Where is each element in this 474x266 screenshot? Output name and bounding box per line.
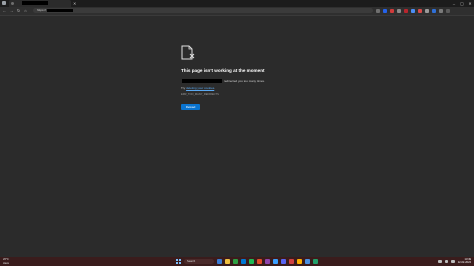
extension-icon[interactable] xyxy=(390,8,394,13)
extensions-area xyxy=(376,8,450,13)
error-description: redirected you too many times. xyxy=(181,79,265,83)
taskbar-apps: Search xyxy=(176,259,318,265)
tab-favicon-icon xyxy=(11,2,14,5)
taskbar-app-icon[interactable] xyxy=(249,259,254,264)
taskbar-app-icon[interactable] xyxy=(273,259,278,264)
extension-icon[interactable] xyxy=(383,8,387,13)
error-suggestion: Try deleting your cookies. xyxy=(181,86,215,90)
taskbar-app-icon[interactable] xyxy=(257,259,262,264)
chevron-up-icon[interactable] xyxy=(438,259,442,264)
close-window-button[interactable]: ✕ xyxy=(466,0,474,7)
error-heading: This page isn't working at the moment xyxy=(181,68,265,73)
address-text: https:// xyxy=(37,8,47,12)
taskbar-app-icon[interactable] xyxy=(289,259,294,264)
redacted-tab-title xyxy=(22,1,48,5)
error-code: ERR_TOO_MANY_REDIRECTS xyxy=(181,93,219,96)
extension-icon[interactable] xyxy=(439,8,443,13)
extension-icon[interactable] xyxy=(425,8,429,13)
reload-button[interactable]: Reload xyxy=(181,104,200,110)
broken-page-icon xyxy=(181,45,195,60)
maximize-button[interactable]: ▢ xyxy=(458,0,466,7)
browser-toolbar: ← → ↻ ⌂ https:// xyxy=(0,7,474,16)
taskbar-app-icon[interactable] xyxy=(305,259,310,264)
extension-icon[interactable] xyxy=(404,8,408,13)
wifi-icon[interactable] xyxy=(444,259,449,264)
window-menu-icon[interactable] xyxy=(2,1,6,5)
weather-widget[interactable]: 26°C Haze xyxy=(3,258,9,265)
volume-icon[interactable] xyxy=(451,259,455,264)
suggestion-suffix: . xyxy=(214,86,216,90)
extension-icon[interactable] xyxy=(397,8,401,13)
weather-description: Haze xyxy=(3,261,10,265)
browser-tab[interactable]: ✕ xyxy=(9,0,76,7)
taskbar-app-icon[interactable] xyxy=(265,259,270,264)
redacted-hostname xyxy=(182,79,222,83)
taskbar-app-icon[interactable] xyxy=(233,259,238,264)
start-button[interactable] xyxy=(176,259,181,264)
taskbar: 26°C Haze Search 13:49 12-02-2024 xyxy=(0,257,474,266)
extension-icon[interactable] xyxy=(418,8,422,13)
clock-date: 12-02-2024 xyxy=(457,261,471,265)
system-tray: 13:49 12-02-2024 xyxy=(438,258,471,265)
extension-icon[interactable] xyxy=(411,8,415,13)
refresh-icon[interactable]: ↻ xyxy=(16,8,21,13)
taskbar-app-icon[interactable] xyxy=(217,259,222,264)
back-arrow-icon[interactable]: ← xyxy=(2,8,7,13)
redacted-url xyxy=(47,8,73,13)
extension-icon[interactable] xyxy=(446,8,450,13)
weather-temperature: 26°C xyxy=(3,258,9,261)
taskbar-app-icon[interactable] xyxy=(313,259,318,264)
home-icon[interactable]: ⌂ xyxy=(23,8,28,13)
minimize-button[interactable]: – xyxy=(450,0,458,7)
extension-icon[interactable] xyxy=(376,8,380,13)
taskbar-search[interactable]: Search xyxy=(184,259,214,264)
forward-arrow-icon[interactable]: → xyxy=(9,8,14,13)
window-controls: – ▢ ✕ xyxy=(450,0,474,7)
tab-close-icon[interactable]: ✕ xyxy=(73,0,76,7)
clock[interactable]: 13:49 12-02-2024 xyxy=(458,258,471,265)
taskbar-app-icon[interactable] xyxy=(297,259,302,264)
address-bar[interactable]: https:// xyxy=(33,8,373,13)
taskbar-app-icon[interactable] xyxy=(281,259,286,264)
taskbar-app-icon[interactable] xyxy=(241,259,246,264)
delete-cookies-link[interactable]: deleting your cookies xyxy=(186,86,214,90)
extension-icon[interactable] xyxy=(432,8,436,13)
error-description-text: redirected you too many times. xyxy=(223,79,265,83)
taskbar-app-icon[interactable] xyxy=(225,259,230,264)
tab-strip: ✕ – ▢ ✕ xyxy=(0,0,474,7)
